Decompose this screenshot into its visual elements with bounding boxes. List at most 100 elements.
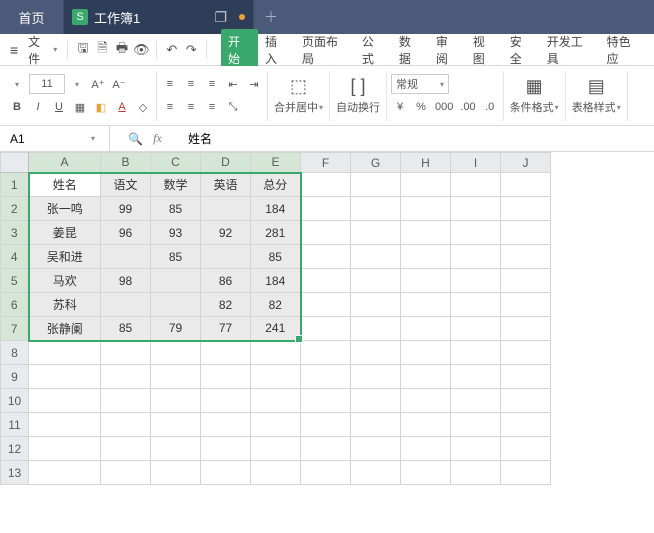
comma-icon[interactable]: 000 xyxy=(433,97,455,117)
table-style-button[interactable]: ▤ 表格样式▾ xyxy=(566,71,628,121)
cell[interactable] xyxy=(401,341,451,365)
cell[interactable] xyxy=(401,197,451,221)
cell[interactable] xyxy=(501,341,551,365)
row-header[interactable]: 4 xyxy=(1,245,29,269)
font-size-dropdown[interactable]: ▾ xyxy=(68,74,86,94)
cell[interactable]: 85 xyxy=(151,245,201,269)
font-family-dropdown[interactable]: ▾ xyxy=(8,74,26,94)
row-header[interactable]: 13 xyxy=(1,461,29,485)
cell[interactable] xyxy=(151,437,201,461)
ribbon-tab-features[interactable]: 特色应 xyxy=(600,29,648,71)
decrease-font-icon[interactable]: A⁻ xyxy=(110,74,128,94)
indent-decrease-icon[interactable]: ⇤ xyxy=(224,74,242,94)
increase-decimal-icon[interactable]: .00 xyxy=(458,97,477,117)
row-header[interactable]: 5 xyxy=(1,269,29,293)
clear-format-icon[interactable]: ◇ xyxy=(134,97,152,117)
cell[interactable] xyxy=(451,173,501,197)
cell[interactable] xyxy=(29,413,101,437)
cell[interactable] xyxy=(451,197,501,221)
cell[interactable] xyxy=(151,269,201,293)
cell[interactable]: 82 xyxy=(251,293,301,317)
tab-duplicate-icon[interactable]: ❐ xyxy=(214,9,227,26)
row-header[interactable]: 2 xyxy=(1,197,29,221)
cell[interactable] xyxy=(301,437,351,461)
cell[interactable] xyxy=(151,389,201,413)
cell[interactable] xyxy=(451,389,501,413)
column-header[interactable]: G xyxy=(351,153,401,173)
ribbon-tab-insert[interactable]: 插入 xyxy=(258,29,295,71)
name-box[interactable]: A1▾ xyxy=(0,126,110,151)
formula-input[interactable]: 姓名 xyxy=(180,130,654,147)
cell[interactable] xyxy=(501,221,551,245)
cell[interactable] xyxy=(351,389,401,413)
print-icon[interactable]: 🖶 xyxy=(113,39,130,61)
cell[interactable]: 98 xyxy=(101,269,151,293)
ribbon-tab-page-layout[interactable]: 页面布局 xyxy=(295,29,355,71)
ribbon-tab-review[interactable]: 审阅 xyxy=(429,29,466,71)
cell[interactable]: 184 xyxy=(251,269,301,293)
cell[interactable]: 张一鸣 xyxy=(29,197,101,221)
column-header[interactable]: C xyxy=(151,153,201,173)
cell[interactable]: 英语 xyxy=(201,173,251,197)
align-center-icon[interactable]: ≡ xyxy=(182,97,200,117)
ribbon-tab-data[interactable]: 数据 xyxy=(392,29,429,71)
column-header[interactable]: B xyxy=(101,153,151,173)
column-header[interactable]: A xyxy=(29,153,101,173)
cell[interactable]: 82 xyxy=(201,293,251,317)
font-size-input[interactable]: 11 xyxy=(29,74,65,94)
cell[interactable] xyxy=(451,437,501,461)
cell[interactable] xyxy=(201,365,251,389)
conditional-format-button[interactable]: ▦ 条件格式▾ xyxy=(504,71,566,121)
cell[interactable]: 苏科 xyxy=(29,293,101,317)
align-right-icon[interactable]: ≡ xyxy=(203,97,221,117)
menu-file[interactable]: 文件▾ xyxy=(24,33,61,67)
cell[interactable] xyxy=(201,341,251,365)
cell[interactable]: 语文 xyxy=(101,173,151,197)
cell[interactable] xyxy=(251,437,301,461)
cell[interactable] xyxy=(401,221,451,245)
number-format-dropdown[interactable]: 常规▾ xyxy=(391,74,449,94)
cell[interactable] xyxy=(401,413,451,437)
cell[interactable] xyxy=(201,245,251,269)
align-middle-icon[interactable]: ≡ xyxy=(182,74,200,94)
cell[interactable] xyxy=(351,197,401,221)
row-header[interactable]: 8 xyxy=(1,341,29,365)
cell[interactable] xyxy=(301,221,351,245)
cell[interactable] xyxy=(401,245,451,269)
cell[interactable] xyxy=(501,461,551,485)
cell[interactable] xyxy=(101,437,151,461)
border-icon[interactable]: ▦ xyxy=(71,97,89,117)
cell[interactable]: 张静阑 xyxy=(29,317,101,341)
cell[interactable] xyxy=(451,341,501,365)
cell[interactable]: 93 xyxy=(151,221,201,245)
ribbon-tab-start[interactable]: 开始 xyxy=(221,29,258,71)
cell[interactable] xyxy=(301,365,351,389)
orientation-icon[interactable]: ⤡ xyxy=(224,97,242,117)
save-icon[interactable]: 🖫 xyxy=(74,39,91,61)
indent-increase-icon[interactable]: ⇥ xyxy=(245,74,263,94)
italic-icon[interactable]: I xyxy=(29,97,47,117)
bold-icon[interactable]: B xyxy=(8,97,26,117)
row-header[interactable]: 11 xyxy=(1,413,29,437)
cell[interactable] xyxy=(351,269,401,293)
cell[interactable] xyxy=(501,245,551,269)
cell[interactable] xyxy=(451,293,501,317)
wrap-text-button[interactable]: [ ] 自动换行 xyxy=(330,71,387,121)
cell[interactable] xyxy=(29,365,101,389)
row-header[interactable]: 10 xyxy=(1,389,29,413)
cell[interactable] xyxy=(501,317,551,341)
cell[interactable] xyxy=(451,317,501,341)
spreadsheet-grid[interactable]: ABCDEFGHIJ1姓名语文数学英语总分2张一鸣99851843姜昆96939… xyxy=(0,152,654,533)
save-as-icon[interactable]: 🗎 xyxy=(94,39,111,61)
cell[interactable] xyxy=(301,461,351,485)
increase-font-icon[interactable]: A⁺ xyxy=(89,74,107,94)
align-left-icon[interactable]: ≡ xyxy=(161,97,179,117)
cell[interactable] xyxy=(451,221,501,245)
cell[interactable] xyxy=(101,461,151,485)
cell[interactable] xyxy=(351,317,401,341)
ribbon-tab-security[interactable]: 安全 xyxy=(503,29,540,71)
decrease-decimal-icon[interactable]: .0 xyxy=(481,97,499,117)
row-header[interactable]: 1 xyxy=(1,173,29,197)
cell[interactable] xyxy=(251,461,301,485)
cell[interactable] xyxy=(301,413,351,437)
